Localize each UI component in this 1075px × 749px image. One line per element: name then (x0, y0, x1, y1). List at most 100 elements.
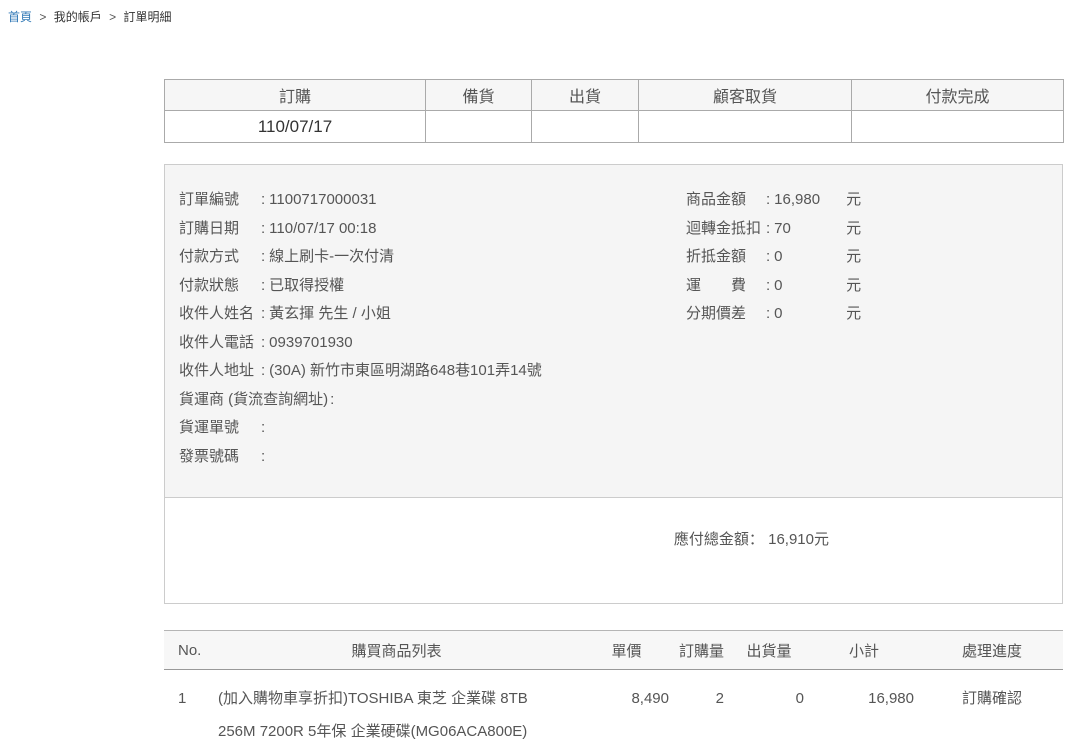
recipient-phone-value: 0939701930 (269, 334, 352, 351)
colon: : (261, 220, 265, 237)
status-header-ordered: 訂購 (165, 80, 426, 111)
colon: : (766, 305, 770, 322)
recipient-name-value: 黃玄揮 先生 / 小姐 (269, 305, 391, 322)
shipping-fee-row: 運 費:0元 (686, 272, 1048, 301)
breadcrumb-separator: > (39, 10, 46, 24)
carrier-row: 貨運商 (貨流查詢網址): (179, 386, 686, 415)
product-name: (加入購物車享折扣)TOSHIBA 東芝 企業碟 8TB 256M 7200R … (214, 670, 579, 749)
rebate-deduction-label: 迴轉金抵扣 (686, 215, 764, 244)
product-unit-price: 8,490 (579, 670, 674, 749)
order-status-table: 訂購 備貨 出貨 顧客取貨 付款完成 110/07/17 (164, 79, 1064, 143)
main-content: 訂購 備貨 出貨 顧客取貨 付款完成 110/07/17 訂單編號:110071… (164, 79, 1063, 749)
colon: : (766, 191, 770, 208)
colon: : (766, 220, 770, 237)
status-header-row: 訂購 備貨 出貨 顧客取貨 付款完成 (165, 80, 1064, 111)
shipping-fee-unit: 元 (846, 272, 861, 301)
status-value-shipped (532, 111, 639, 143)
payment-method-value: 線上刷卡-一次付清 (269, 248, 394, 265)
product-status: 訂購確認 (919, 670, 1063, 749)
tracking-number-label: 貨運單號 (179, 414, 259, 443)
discount-amount-unit: 元 (846, 243, 861, 272)
order-number-row: 訂單編號:1100717000031 (179, 186, 686, 215)
invoice-number-row: 發票號碼: (179, 443, 686, 472)
colon: : (261, 191, 265, 208)
product-order-qty: 2 (674, 670, 729, 749)
recipient-name-label: 收件人姓名 (179, 300, 259, 329)
recipient-address-label: 收件人地址 (179, 357, 259, 386)
shipping-fee-value: 0 (774, 272, 846, 301)
total-amount-value: 16,910元 (768, 531, 829, 548)
breadcrumb-item-order-detail: 訂單明細 (123, 10, 171, 24)
shipping-fee-label: 運 費 (686, 272, 764, 301)
recipient-phone-row: 收件人電話:0939701930 (179, 329, 686, 358)
order-info-right-column: 商品金額:16,980元 迴轉金抵扣:70元 折抵金額:0元 運 費:0元 分期… (686, 186, 1048, 481)
status-value-pickup (639, 111, 852, 143)
installment-diff-value: 0 (774, 300, 846, 329)
status-header-preparing: 備貨 (426, 80, 532, 111)
colon: : (766, 277, 770, 294)
product-no: 1 (164, 670, 214, 749)
order-number-value: 1100717000031 (269, 191, 376, 208)
payment-method-label: 付款方式 (179, 243, 259, 272)
payment-status-value: 已取得授權 (269, 277, 344, 294)
order-date-label: 訂購日期 (179, 215, 259, 244)
products-header-unit-price: 單價 (579, 631, 674, 670)
products-table: No. 購買商品列表 單價 訂購量 出貨量 小計 處理進度 1 (加入購物車享折… (164, 630, 1063, 749)
rebate-deduction-row: 迴轉金抵扣:70元 (686, 215, 1048, 244)
order-number-label: 訂單編號 (179, 186, 259, 215)
status-value-paid (852, 111, 1064, 143)
products-header-status: 處理進度 (919, 631, 1063, 670)
colon: : (330, 391, 334, 408)
products-header-ship-qty: 出貨量 (729, 631, 809, 670)
breadcrumb-link-home[interactable]: 首頁 (8, 10, 32, 24)
product-subtotal: 16,980 (809, 670, 919, 749)
payment-status-label: 付款狀態 (179, 272, 259, 301)
breadcrumb-separator: > (109, 10, 116, 24)
colon: : (261, 305, 265, 322)
breadcrumb-item-account: 我的帳戶 (54, 10, 102, 24)
discount-amount-value: 0 (774, 243, 846, 272)
order-date-value: 110/07/17 00:18 (269, 220, 376, 237)
installment-diff-unit: 元 (846, 300, 861, 329)
installment-diff-row: 分期價差:0元 (686, 300, 1048, 329)
order-info-left-column: 訂單編號:1100717000031 訂購日期:110/07/17 00:18 … (179, 186, 686, 481)
payment-method-row: 付款方式:線上刷卡-一次付清 (179, 243, 686, 272)
status-header-shipped: 出貨 (532, 80, 639, 111)
status-value-row: 110/07/17 (165, 111, 1064, 143)
products-header-row: No. 購買商品列表 單價 訂購量 出貨量 小計 處理進度 (164, 631, 1063, 670)
total-amount-section: 應付總金額： 16,910元 (165, 498, 1062, 603)
recipient-phone-label: 收件人電話 (179, 329, 259, 358)
order-info-detail-section: 訂單編號:1100717000031 訂購日期:110/07/17 00:18 … (165, 165, 1062, 498)
tracking-number-row: 貨運單號: (179, 414, 686, 443)
payment-status-row: 付款狀態:已取得授權 (179, 272, 686, 301)
recipient-address-value: (30A) 新竹市東區明湖路648巷101弄14號 (269, 362, 542, 379)
colon: : (261, 277, 265, 294)
product-ship-qty: 0 (729, 670, 809, 749)
status-header-paid: 付款完成 (852, 80, 1064, 111)
item-amount-label: 商品金額 (686, 186, 764, 215)
colon: : (261, 362, 265, 379)
products-header-no: No. (164, 631, 214, 670)
discount-amount-row: 折抵金額:0元 (686, 243, 1048, 272)
item-amount-value: 16,980 (774, 186, 846, 215)
status-value-preparing (426, 111, 532, 143)
item-amount-unit: 元 (846, 186, 861, 215)
product-row: 1 (加入購物車享折扣)TOSHIBA 東芝 企業碟 8TB 256M 7200… (164, 670, 1063, 749)
products-header-subtotal: 小計 (809, 631, 919, 670)
item-amount-row: 商品金額:16,980元 (686, 186, 1048, 215)
rebate-deduction-unit: 元 (846, 215, 861, 244)
colon: : (766, 248, 770, 265)
carrier-label: 貨運商 (貨流查詢網址) (179, 386, 328, 415)
colon: : (261, 248, 265, 265)
status-value-ordered-date: 110/07/17 (165, 111, 426, 143)
recipient-address-row: 收件人地址:(30A) 新竹市東區明湖路648巷101弄14號 (179, 357, 686, 386)
order-info-panel: 訂單編號:1100717000031 訂購日期:110/07/17 00:18 … (164, 164, 1063, 604)
colon: : (261, 448, 265, 465)
rebate-deduction-value: 70 (774, 215, 846, 244)
discount-amount-label: 折抵金額 (686, 243, 764, 272)
recipient-name-row: 收件人姓名:黃玄揮 先生 / 小姐 (179, 300, 686, 329)
products-header-order-qty: 訂購量 (674, 631, 729, 670)
installment-diff-label: 分期價差 (686, 300, 764, 329)
colon: : (261, 334, 265, 351)
products-header-name: 購買商品列表 (214, 631, 579, 670)
